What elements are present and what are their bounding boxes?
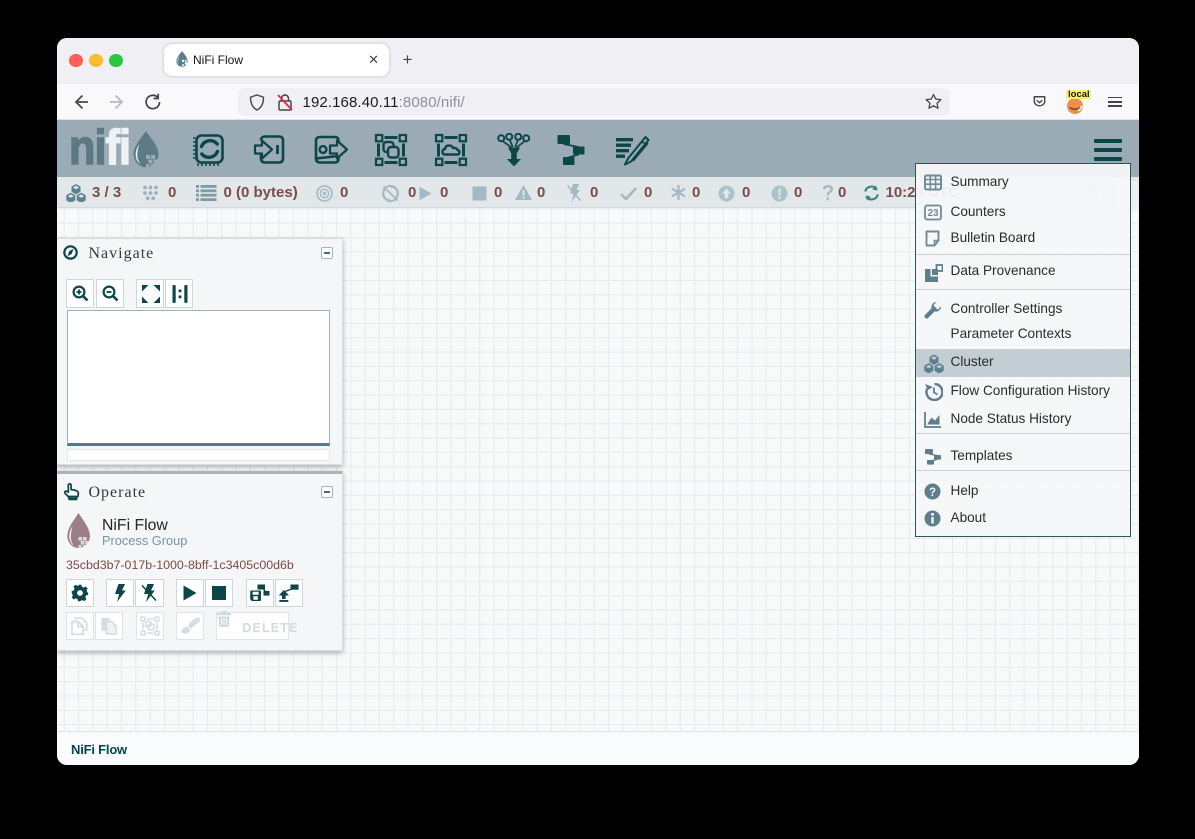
svg-text:?: ? — [928, 487, 935, 499]
svg-text:23: 23 — [927, 208, 939, 219]
